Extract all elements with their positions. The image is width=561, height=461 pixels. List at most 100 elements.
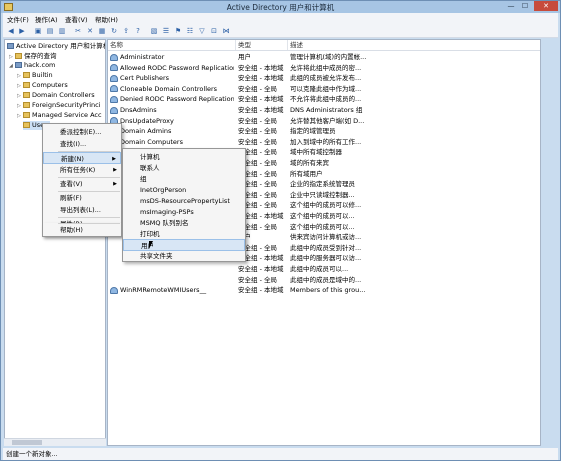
menu-item-delegate-control[interactable]: 委派控制(E)...: [43, 126, 121, 138]
copy-icon[interactable]: ▥: [57, 26, 67, 36]
object-description: 这个组中的成员可以修...: [290, 201, 362, 210]
menu-item-all-tasks[interactable]: 所有任务(K) ▶: [43, 164, 121, 176]
table-row[interactable]: 安全组 - 全局 此组中的成员是域中的...: [108, 275, 540, 286]
table-row[interactable]: Allowed RODC Password Replication ... 安全组…: [108, 63, 540, 74]
forward-icon[interactable]: ▶: [17, 26, 27, 36]
table-row[interactable]: Cloneable Domain Controllers 安全组 - 全局 可以克隆…: [108, 84, 540, 95]
group-icon: [110, 106, 118, 114]
object-description: Members of this grou...: [290, 286, 366, 295]
table-row[interactable]: 安全组 - 本地域 此组中的成员可以...: [108, 264, 540, 275]
delete-icon[interactable]: ✕: [85, 26, 95, 36]
scrollbar-thumb[interactable]: [12, 440, 42, 445]
folder-icon: [23, 82, 30, 88]
tree-item-builtin[interactable]: ▷ Builtin: [17, 71, 53, 80]
tree-item-saved-queries[interactable]: ▷ 保存的查询: [9, 52, 57, 61]
back-icon[interactable]: ◀: [6, 26, 16, 36]
help-icon[interactable]: ?: [133, 26, 143, 36]
object-description: 管理计算机(域)的内置帐...: [290, 53, 367, 61]
object-description: 企业的指定系统管理员: [290, 180, 355, 189]
menu-item-new[interactable]: 新建(N) ▶: [43, 152, 121, 164]
filter-icon[interactable]: ▽: [197, 26, 207, 36]
menu-item-help[interactable]: 帮助(H): [43, 224, 121, 236]
table-row[interactable]: Domain Admins 安全组 - 全局 指定的域管理员: [108, 126, 540, 137]
cell-name: DnsAdmins: [110, 105, 234, 116]
object-type: 用户: [238, 53, 251, 61]
table-row[interactable]: Domain Computers 安全组 - 全局 加入到域中的所有工作...: [108, 137, 540, 148]
object-type: 安全组 - 本地域: [238, 95, 284, 104]
table-row[interactable]: Cert Publishers 安全组 - 本地域 此组的成员被允许发布...: [108, 73, 540, 84]
tree-item-root[interactable]: Active Directory 用户和计算机: [7, 42, 105, 51]
submenu-item-label: msDS-ResourcePropertyList: [140, 197, 230, 205]
show-tree-icon[interactable]: ▤: [45, 26, 55, 36]
cell-name: DnsUpdateProxy: [110, 116, 234, 127]
object-name: Denied RODC Password Replication ...: [120, 95, 234, 104]
folder-icon: [15, 53, 22, 59]
menu-item-find[interactable]: 查找(I)...: [43, 138, 121, 150]
submenu-arrow-icon: ▶: [113, 181, 117, 187]
menu-item-export-list[interactable]: 导出列表(L)...: [43, 204, 121, 216]
menu-view[interactable]: 查看(V): [65, 14, 88, 24]
refresh-icon[interactable]: ↻: [109, 26, 119, 36]
column-header-type[interactable]: 类型: [236, 40, 288, 50]
object-type: 安全组 - 全局: [238, 275, 277, 284]
table-row[interactable]: DnsAdmins 安全组 - 本地域 DNS Administrators 组: [108, 105, 540, 116]
object-name: DnsUpdateProxy: [120, 116, 174, 125]
object-description: 不允许将此组中成员的...: [290, 95, 362, 104]
cell-name: WinRMRemoteWMIUsers__: [110, 285, 234, 296]
tree-item-computers[interactable]: ▷ Computers: [17, 81, 68, 90]
menu-help[interactable]: 帮助(H): [95, 14, 118, 24]
tree-horizontal-scrollbar[interactable]: [4, 438, 106, 446]
submenu-item-label: 计算机: [140, 153, 160, 161]
table-row[interactable]: Denied RODC Password Replication ... 安全组 …: [108, 94, 540, 105]
object-description: DNS Administrators 组: [290, 106, 363, 114]
menu-item-label: 查看(V): [60, 180, 83, 188]
table-row[interactable]: Administrator 用户 管理计算机(域)的内置帐...: [108, 52, 540, 63]
new-group-icon[interactable]: ☰: [161, 26, 171, 36]
maximize-button[interactable]: ☐: [518, 1, 532, 11]
tree-options-icon[interactable]: ⋈: [221, 26, 231, 36]
new-user-icon[interactable]: ▧: [149, 26, 159, 36]
column-header-name[interactable]: 名称: [108, 40, 236, 50]
tree-item-managed-service[interactable]: ▷ Managed Service Acc: [17, 111, 102, 120]
export-icon[interactable]: ⇪: [121, 26, 131, 36]
cell-name: Administrator: [110, 52, 234, 63]
group-icon: [110, 85, 118, 93]
tree-item-domain[interactable]: ◢ hack.com: [9, 61, 55, 70]
close-button[interactable]: ✕: [534, 1, 558, 11]
add-to-group-icon[interactable]: ⊡: [209, 26, 219, 36]
object-name: Domain Admins: [120, 127, 172, 136]
object-name: Cert Publishers: [120, 74, 170, 83]
tree-item-label: Builtin: [32, 71, 53, 79]
table-row[interactable]: WinRMRemoteWMIUsers__ 安全组 - 本地域 Members of…: [108, 285, 540, 296]
table-row[interactable]: DnsUpdateProxy 安全组 - 全局 允许替其他客户端(如 D...: [108, 116, 540, 127]
minimize-button[interactable]: —: [504, 1, 518, 11]
object-description: 允许将此组中成员的密...: [290, 63, 362, 72]
tree-item-domain-controllers[interactable]: ▷ Domain Controllers: [17, 91, 95, 100]
column-header-description[interactable]: 描述: [288, 40, 540, 50]
object-type: 安全组 - 本地域: [238, 63, 284, 72]
object-description: 企业中只读域控制器...: [290, 190, 355, 199]
object-description: 这个组中的成员可以...: [290, 222, 355, 231]
object-description: 此组中的成员可以...: [290, 265, 349, 273]
menu-item-label: 委派控制(E)...: [60, 128, 102, 136]
find-icon[interactable]: ☷: [185, 26, 195, 36]
cut-icon[interactable]: ✂: [73, 26, 83, 36]
menu-action[interactable]: 操作(A): [35, 14, 58, 24]
right-blank-area: [542, 39, 557, 446]
folder-icon: [23, 112, 30, 118]
submenu-item-label: 联系人: [140, 164, 160, 172]
submenu-item-shared-folder[interactable]: 共享文件夹: [123, 250, 245, 262]
tree-item-label: hack.com: [24, 61, 56, 69]
object-name: DnsAdmins: [120, 106, 157, 114]
menu-bar: 文件(F) 操作(A) 查看(V) 帮助(H): [3, 13, 558, 24]
object-type: 安全组 - 本地域: [238, 265, 284, 273]
tree-item-foreign-security[interactable]: ▷ ForeignSecurityPrinci: [17, 101, 101, 110]
up-icon[interactable]: ▣: [33, 26, 43, 36]
object-description: 此组的成员被允许发布...: [290, 74, 362, 83]
menu-item-refresh[interactable]: 刷新(F): [43, 192, 121, 204]
new-ou-icon[interactable]: ⚑: [173, 26, 183, 36]
menu-item-view[interactable]: 查看(V) ▶: [43, 178, 121, 190]
submenu-item-label: 打印机: [140, 230, 160, 238]
properties-icon[interactable]: ▦: [97, 26, 107, 36]
menu-file[interactable]: 文件(F): [7, 14, 29, 24]
